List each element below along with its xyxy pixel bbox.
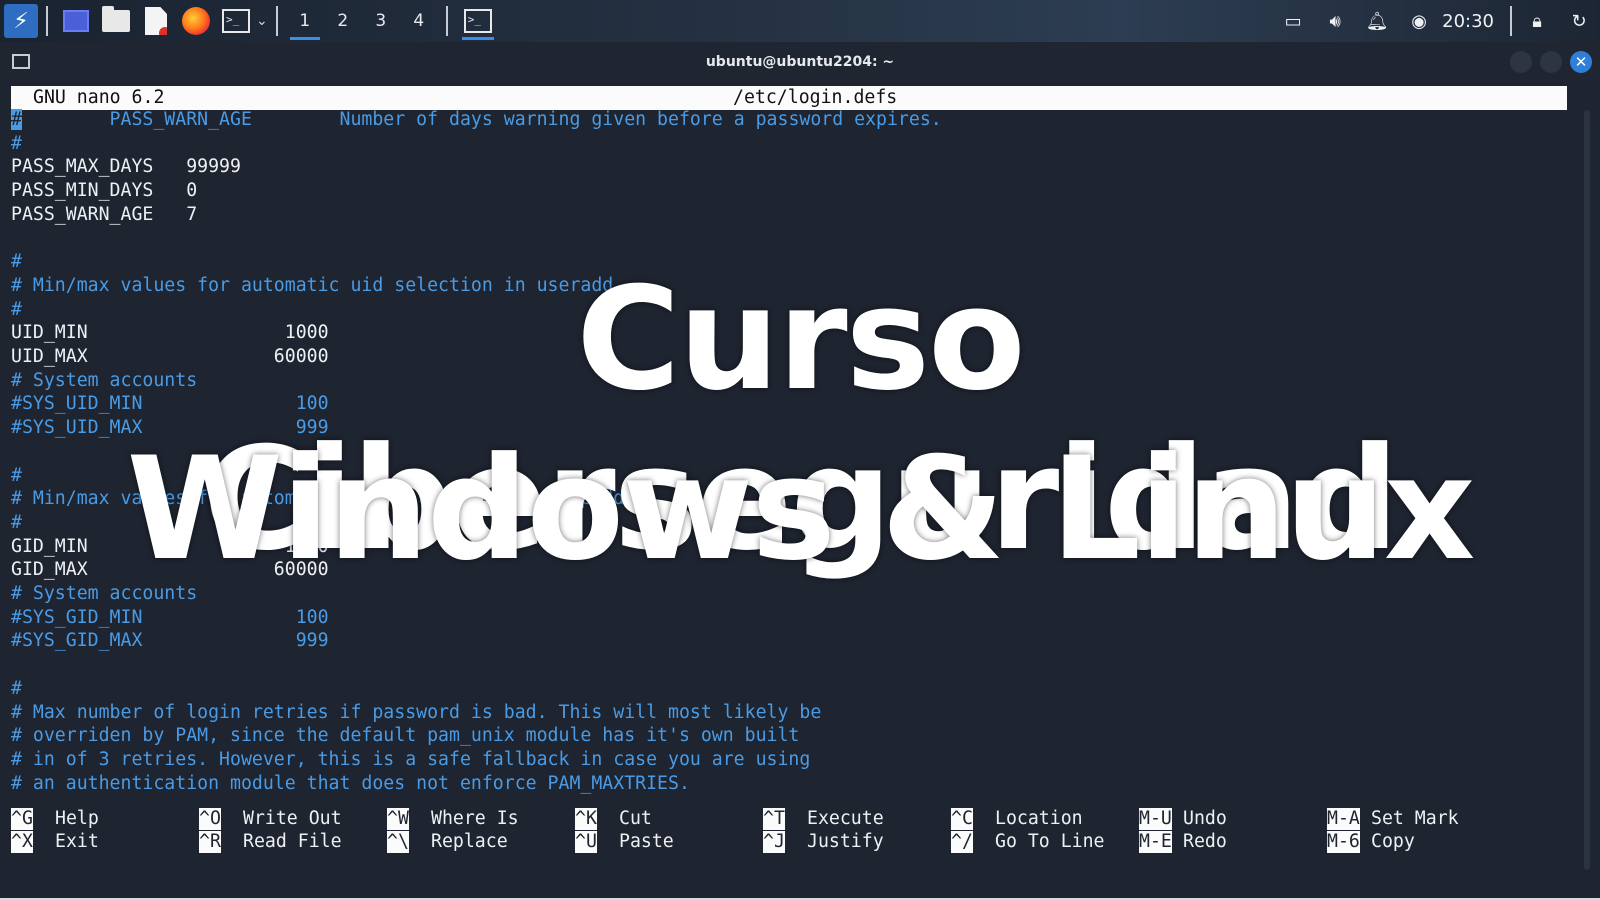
editor-line: PASS_MIN_DAYS 0 [11, 180, 198, 202]
taskbar: ⚡ >_ ⌄ 1 2 3 4 >_ ▭ 🔊︎ 🔔︎ ◉ 20:30 🔒︎ ↻ [0, 0, 1600, 42]
terminal-launcher-icon[interactable]: >_ [220, 5, 252, 37]
taskbar-separator [46, 6, 48, 36]
shortcut-key: ^K [575, 808, 597, 830]
shortcut-key: ^\ [387, 831, 409, 853]
shortcut-key: ^R [199, 831, 221, 853]
power-manager-icon[interactable]: ◉ [1398, 0, 1440, 42]
editor-line: PASS_WARN_AGE 7 [11, 203, 198, 225]
shortcut-label: Execute [807, 808, 884, 829]
shortcut-label: Go To Line [995, 831, 1105, 852]
shortcut-label: Where Is [431, 808, 519, 829]
file-manager-icon[interactable] [100, 5, 132, 37]
shortcut-key: ^O [199, 808, 221, 830]
shortcut-label: Paste [619, 831, 674, 852]
shortcut-key: ^W [387, 808, 409, 830]
firefox-icon[interactable] [180, 5, 212, 37]
shortcut-key: M-A [1327, 808, 1360, 830]
shortcut-label: Read File [243, 831, 342, 852]
volume-icon[interactable]: 🔊︎ [1314, 0, 1356, 42]
window-title: ubuntu@ubuntu2204: ~ [705, 54, 895, 70]
shortcut-label: Undo [1183, 808, 1227, 829]
editor-line: PASS_MAX_DAYS 99999 [11, 156, 241, 178]
logout-icon[interactable]: ↻ [1558, 0, 1600, 42]
terminal-icon: >_ [463, 9, 492, 33]
editor-line: # [11, 677, 22, 699]
system-tray: ▭ 🔊︎ 🔔︎ ◉ 20:30 🔒︎ ↻ [1272, 0, 1600, 42]
chevron-down-icon[interactable]: ⌄ [256, 13, 268, 29]
shortcut-label: Location [995, 808, 1083, 829]
shortcut-key: ^U [575, 831, 597, 853]
clock[interactable]: 20:30 [1442, 11, 1494, 32]
editor-line: # in of 3 retries. However, this is a sa… [11, 748, 811, 770]
shortcut-key: M-U [1139, 808, 1172, 830]
editor-line: #SYS_GID_MAX 999 [11, 630, 329, 652]
maximize-button[interactable] [1540, 51, 1562, 73]
overlay-title-line-2: Windows & Linux [126, 427, 1476, 592]
shortcut-label: Justify [807, 831, 884, 852]
shortcut-key: ^C [951, 808, 973, 830]
editor-line: # PASS_WARN_AGE Number of days warning g… [11, 109, 942, 130]
taskbar-window-terminal[interactable]: >_ [456, 0, 500, 42]
workspace-1[interactable]: 1 [286, 0, 324, 42]
display-icon[interactable]: ▭ [1272, 0, 1314, 42]
editor-line: # Max number of login retries if passwor… [11, 701, 822, 723]
taskbar-separator [1510, 6, 1512, 36]
text-cursor: # [11, 109, 22, 130]
workspace-3[interactable]: 3 [362, 0, 400, 42]
lock-icon[interactable]: 🔒︎ [1516, 0, 1558, 42]
terminal-window-icon[interactable] [12, 54, 30, 69]
nano-header: GNU nano 6.2 /etc/login.defs [11, 86, 1567, 110]
shortcut-label: Cut [619, 808, 652, 829]
shortcut-label: Copy [1371, 831, 1415, 852]
editor-line: # overriden by PAM, since the default pa… [11, 725, 800, 747]
shortcut-label: Help [55, 808, 99, 829]
shortcut-key: ^G [11, 808, 33, 830]
workspace-2[interactable]: 2 [324, 0, 362, 42]
shortcut-key: ^X [11, 831, 33, 853]
shortcut-label: Exit [55, 831, 99, 852]
app-menu-icon[interactable]: ⚡ [4, 4, 38, 38]
nano-version: GNU nano 6.2 [33, 87, 165, 108]
notification-bell-icon[interactable]: 🔔︎ [1356, 0, 1398, 42]
shortcut-key: M-E [1139, 831, 1172, 853]
shortcut-label: Set Mark [1371, 808, 1459, 829]
shortcut-key: M-6 [1327, 831, 1360, 853]
editor-line: # an authentication module that does not… [11, 772, 690, 794]
window-titlebar[interactable]: ubuntu@ubuntu2204: ~ ✕ [0, 42, 1600, 82]
shortcut-label: Write Out [243, 808, 342, 829]
taskbar-separator [445, 6, 448, 36]
shortcut-key: ^J [763, 831, 785, 853]
text-editor-icon[interactable] [140, 5, 172, 37]
workspace-4[interactable]: 4 [400, 0, 438, 42]
minimize-button[interactable] [1510, 51, 1532, 73]
shortcut-key: ^T [763, 808, 785, 830]
editor-line: # [11, 132, 22, 154]
shortcut-label: Replace [431, 831, 508, 852]
close-button[interactable]: ✕ [1570, 51, 1592, 73]
shortcut-label: Redo [1183, 831, 1227, 852]
editor-line: #SYS_GID_MIN 100 [11, 606, 329, 628]
shortcut-key: ^/ [951, 831, 973, 853]
show-desktop-icon[interactable] [60, 5, 92, 37]
nano-filename: /etc/login.defs [733, 87, 898, 108]
taskbar-separator [275, 6, 278, 36]
